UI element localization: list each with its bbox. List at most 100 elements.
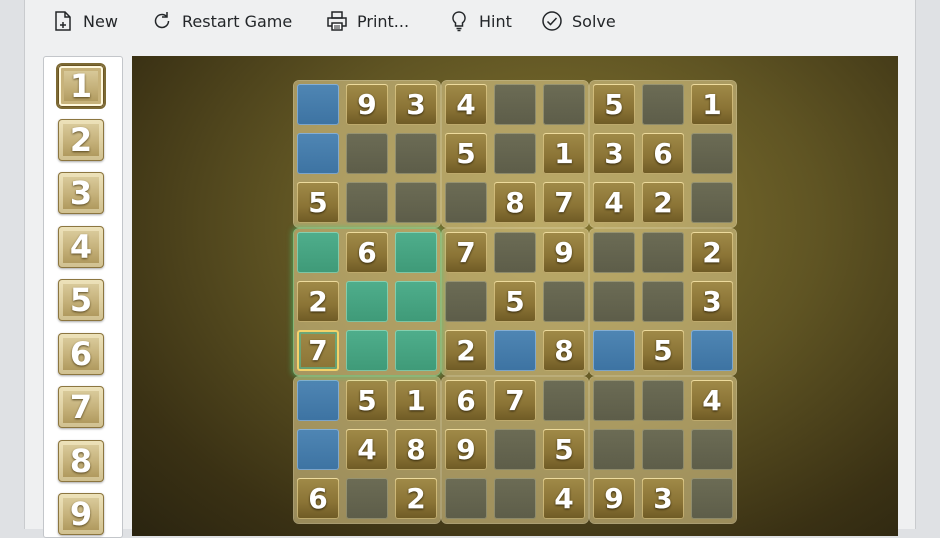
sudoku-cell-r5c9[interactable]: 3 — [691, 281, 733, 322]
sudoku-cell-r1c8[interactable] — [642, 84, 684, 125]
sudoku-cell-r9c3[interactable]: 2 — [395, 478, 437, 519]
sudoku-cell-r5c3[interactable] — [395, 281, 437, 322]
sudoku-cell-r3c9[interactable] — [691, 182, 733, 223]
sudoku-cell-r3c6[interactable]: 7 — [543, 182, 585, 223]
sudoku-cell-r1c7[interactable]: 5 — [593, 84, 635, 125]
sudoku-cell-r1c4[interactable]: 4 — [445, 84, 487, 125]
sudoku-cell-r6c8[interactable]: 5 — [642, 330, 684, 371]
sudoku-cell-r6c2[interactable] — [346, 330, 388, 371]
restart-game-button[interactable]: Restart Game — [151, 6, 292, 36]
sudoku-cell-r2c6[interactable]: 1 — [543, 133, 585, 174]
sudoku-cell-r3c3[interactable] — [395, 182, 437, 223]
sudoku-cell-r1c2[interactable]: 9 — [346, 84, 388, 125]
sudoku-cell-r9c8[interactable]: 3 — [642, 478, 684, 519]
sudoku-cell-r4c6[interactable]: 9 — [543, 232, 585, 273]
sudoku-cell-r8c2[interactable]: 4 — [346, 429, 388, 470]
number-button-6[interactable]: 6 — [58, 332, 104, 375]
sudoku-cell-r7c2[interactable]: 5 — [346, 380, 388, 421]
sudoku-cell-r7c5[interactable]: 7 — [494, 380, 536, 421]
sudoku-cell-r6c1[interactable]: 7 — [297, 330, 339, 371]
sudoku-cell-r1c6[interactable] — [543, 84, 585, 125]
sudoku-cell-r8c5[interactable] — [494, 429, 536, 470]
sudoku-cell-r5c8[interactable] — [642, 281, 684, 322]
new-game-button[interactable]: New — [52, 6, 118, 36]
sudoku-cell-r6c5[interactable] — [494, 330, 536, 371]
sudoku-cell-r3c5[interactable]: 8 — [494, 182, 536, 223]
sudoku-cell-r3c1[interactable]: 5 — [297, 182, 339, 223]
sudoku-cell-r5c6[interactable] — [543, 281, 585, 322]
sudoku-cell-r2c7[interactable]: 3 — [593, 133, 635, 174]
number-button-7[interactable]: 7 — [58, 386, 104, 428]
number-button-5[interactable]: 5 — [58, 279, 104, 321]
number-button-4[interactable]: 4 — [58, 225, 104, 268]
sudoku-cell-r2c8[interactable]: 6 — [642, 133, 684, 174]
lightbulb-icon — [452, 11, 466, 32]
sudoku-cell-r9c1[interactable]: 6 — [297, 478, 339, 519]
sudoku-cell-r9c6[interactable]: 4 — [543, 478, 585, 519]
sudoku-cell-r2c3[interactable] — [395, 133, 437, 174]
sudoku-cell-r8c1[interactable] — [297, 429, 339, 470]
sudoku-cell-r3c7[interactable]: 4 — [593, 182, 635, 223]
sudoku-cell-r1c3[interactable]: 3 — [395, 84, 437, 125]
sudoku-cell-r4c2[interactable]: 6 — [346, 232, 388, 273]
sudoku-cell-r7c1[interactable] — [297, 380, 339, 421]
hint-button[interactable]: Hint — [448, 6, 512, 36]
sudoku-cell-r5c5[interactable]: 5 — [494, 281, 536, 322]
sudoku-cell-r2c9[interactable] — [691, 133, 733, 174]
solve-button[interactable]: Solve — [541, 6, 616, 36]
sudoku-cell-r1c1[interactable] — [297, 84, 339, 125]
sudoku-cell-r7c8[interactable] — [642, 380, 684, 421]
sudoku-cell-r2c2[interactable] — [346, 133, 388, 174]
sudoku-cell-r8c9[interactable] — [691, 429, 733, 470]
sudoku-cell-r6c4[interactable]: 2 — [445, 330, 487, 371]
sudoku-cell-r1c9[interactable]: 1 — [691, 84, 733, 125]
sudoku-cell-r7c7[interactable] — [593, 380, 635, 421]
sudoku-cell-r8c7[interactable] — [593, 429, 635, 470]
sudoku-cell-r1c5[interactable] — [494, 84, 536, 125]
sudoku-cell-r4c1[interactable] — [297, 232, 339, 273]
sudoku-cell-r6c9[interactable] — [691, 330, 733, 371]
number-button-2[interactable]: 2 — [58, 118, 104, 161]
sudoku-cell-r7c3[interactable]: 1 — [395, 380, 437, 421]
number-button-3[interactable]: 3 — [58, 172, 104, 214]
sudoku-cell-r9c7[interactable]: 9 — [593, 478, 635, 519]
sudoku-cell-r9c9[interactable] — [691, 478, 733, 519]
sudoku-cell-r7c4[interactable]: 6 — [445, 380, 487, 421]
sudoku-cell-r8c8[interactable] — [642, 429, 684, 470]
sudoku-cell-r4c5[interactable] — [494, 232, 536, 273]
sudoku-cell-r8c3[interactable]: 8 — [395, 429, 437, 470]
sudoku-cell-r9c2[interactable] — [346, 478, 388, 519]
sudoku-cell-r3c8[interactable]: 2 — [642, 182, 684, 223]
checkmark-circle-icon — [542, 11, 562, 31]
sudoku-cell-r6c6[interactable]: 8 — [543, 330, 585, 371]
sudoku-cell-r2c4[interactable]: 5 — [445, 133, 487, 174]
number-button-1[interactable]: 1 — [58, 65, 104, 107]
sudoku-cell-r4c7[interactable] — [593, 232, 635, 273]
sudoku-cell-r8c4[interactable]: 9 — [445, 429, 487, 470]
sudoku-cell-r6c3[interactable] — [395, 330, 437, 371]
sudoku-cell-r5c4[interactable] — [445, 281, 487, 322]
sudoku-cell-r3c4[interactable] — [445, 182, 487, 223]
solve-label: Solve — [572, 11, 616, 31]
sudoku-cell-r4c3[interactable] — [395, 232, 437, 273]
sudoku-cell-r2c5[interactable] — [494, 133, 536, 174]
sudoku-cell-r2c1[interactable] — [297, 133, 339, 174]
sudoku-cell-r7c9[interactable]: 4 — [691, 380, 733, 421]
sudoku-cell-r4c8[interactable] — [642, 232, 684, 273]
sudoku-cell-r6c7[interactable] — [593, 330, 635, 371]
sudoku-cell-r5c7[interactable] — [593, 281, 635, 322]
hint-label: Hint — [479, 11, 512, 31]
sudoku-cell-r7c6[interactable] — [543, 380, 585, 421]
number-button-8[interactable]: 8 — [58, 439, 104, 482]
new-game-label: New — [83, 11, 118, 31]
sudoku-cell-r4c4[interactable]: 7 — [445, 232, 487, 273]
sudoku-cell-r4c9[interactable]: 2 — [691, 232, 733, 273]
sudoku-cell-r5c2[interactable] — [346, 281, 388, 322]
print-button[interactable]: Print... — [326, 6, 409, 36]
sudoku-cell-r3c2[interactable] — [346, 182, 388, 223]
sudoku-cell-r9c5[interactable] — [494, 478, 536, 519]
toolbar: New Restart Game Print... Hint Solve — [24, 0, 644, 44]
sudoku-cell-r5c1[interactable]: 2 — [297, 281, 339, 322]
sudoku-cell-r8c6[interactable]: 5 — [543, 429, 585, 470]
sudoku-cell-r9c4[interactable] — [445, 478, 487, 519]
